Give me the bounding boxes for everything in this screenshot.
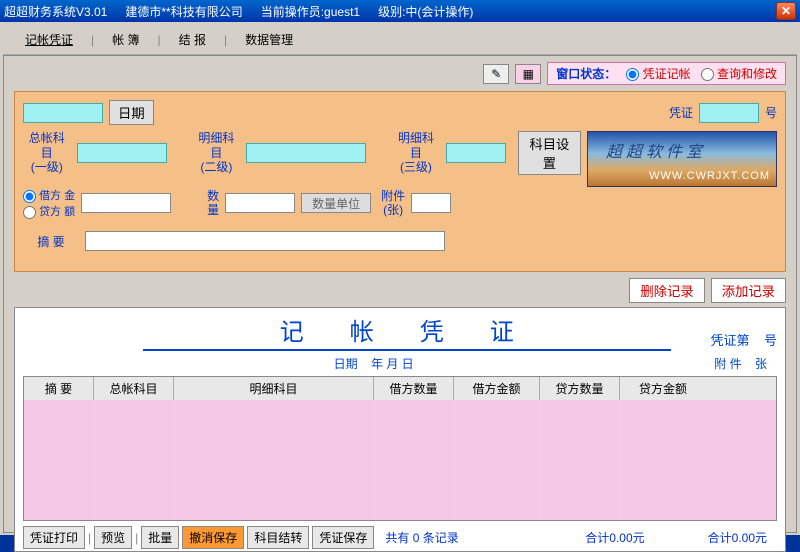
voucher-no-input[interactable] [699,103,759,123]
menubar: 记帐凭证 | 帐 簿 | 结 报 | 数据管理 [3,25,797,55]
footer-bar: 凭证打印| 预览| 批量 撤消保存 科目结转 凭证保存 共有 0 条记录 合计0… [23,521,777,551]
voucher-title: 记 帐 凭 证 [143,312,671,351]
acct1-label: 总帐科目 (一级) [23,131,71,174]
delete-record-button[interactable]: 删除记录 [629,278,704,303]
undo-save-button[interactable]: 撤消保存 [182,526,244,549]
sum-debit: 合计0.00元 [585,529,644,546]
voucher-area: 记 帐 凭 证 凭证第 号 日期 年 月 日 附 件 张 摘 要 总帐科目 明细… [14,307,786,552]
entry-form: 日期 凭证 号 总帐科目 (一级) 明细科目 (二级) 明细科目 (三级) [14,91,786,272]
qty-input[interactable] [225,193,295,213]
level: 级别:中(会计操作) [378,3,473,20]
summary-input[interactable] [85,231,445,251]
acct-setup-button[interactable]: 科目设置 [518,131,581,175]
record-count: 共有 0 条记录 [385,529,458,546]
attach-label: 附件 (张) [381,189,405,218]
radio-voucher-entry[interactable]: 凭证记帐 [626,65,690,82]
voucher-save-button[interactable]: 凭证保存 [312,526,374,549]
radio-debit[interactable]: 借方 金 [23,187,75,203]
acct1-input[interactable] [77,143,167,163]
status-label: 窗口状态： [556,65,616,82]
summary-label: 摘 要 [23,233,79,250]
voucher-grid: 摘 要 总帐科目 明细科目 借方数量 借方金额 贷方数量 贷方金额 [23,376,777,521]
col-acct: 总帐科目 [94,377,174,400]
menu-ledger[interactable]: 帐 簿 [98,29,153,50]
col-detail: 明细科目 [174,377,374,400]
voucher-suffix: 号 [765,104,777,121]
qty-unit: 数量单位 [301,193,371,213]
date-button[interactable]: 日期 [109,100,154,125]
company-name: 建德市**科技有限公司 [125,3,242,20]
app-name: 超超财务系统V3.01 [4,3,107,20]
grid-body[interactable] [24,400,776,520]
col-summary: 摘 要 [24,377,94,400]
close-icon[interactable]: ✕ [776,2,796,20]
preview-button[interactable]: 预览 [94,526,132,549]
banner-image: 超超软件室 WWW.CWRJXT.COM [587,131,777,187]
add-record-button[interactable]: 添加记录 [711,278,786,303]
col-credit-qty: 贷方数量 [540,377,620,400]
operator: 当前操作员:guest1 [261,3,360,20]
acct3-label: 明细科目 (三级) [392,131,440,174]
grid-icon[interactable]: ▦ [515,64,541,84]
menu-data[interactable]: 数据管理 [231,29,307,50]
pen-icon[interactable]: ✎ [483,64,509,84]
batch-button[interactable]: 批量 [141,526,179,549]
titlebar: 超超财务系统V3.01 建德市**科技有限公司 当前操作员:guest1 级别:… [0,0,800,22]
radio-credit[interactable]: 贷方 额 [23,203,75,219]
menu-voucher[interactable]: 记帐凭证 [11,29,87,50]
date-input[interactable] [23,103,103,123]
window-status: 窗口状态： 凭证记帐 查询和修改 [547,62,786,85]
print-button[interactable]: 凭证打印 [23,526,85,549]
col-debit-amt: 借方金额 [454,377,540,400]
acct3-input[interactable] [446,143,506,163]
col-debit-qty: 借方数量 [374,377,454,400]
col-credit-amt: 贷方金额 [620,377,706,400]
qty-label: 数 量 [207,189,219,218]
acct2-label: 明细科目 (二级) [193,131,241,174]
amount-input[interactable] [81,193,171,213]
acct2-input[interactable] [246,143,366,163]
item-close-button[interactable]: 科目结转 [247,526,309,549]
radio-query-edit[interactable]: 查询和修改 [701,65,777,82]
menu-report[interactable]: 结 报 [165,29,220,50]
voucher-label: 凭证 [669,104,693,121]
sum-credit: 合计0.00元 [708,529,767,546]
attach-input[interactable] [411,193,451,213]
